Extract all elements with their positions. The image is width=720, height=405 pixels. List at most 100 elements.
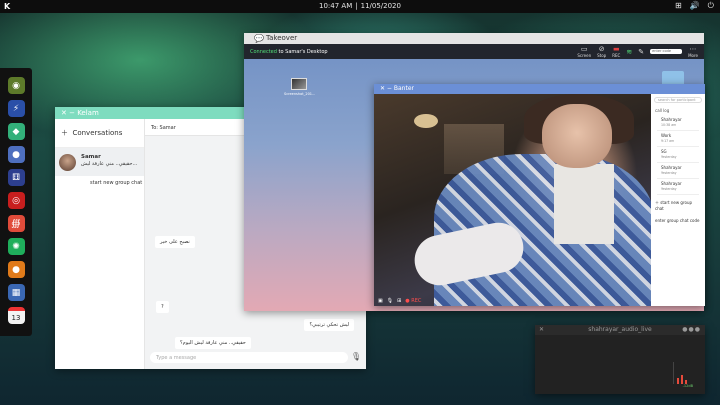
audio-title: shahrayar_audio_live — [588, 326, 652, 333]
video-lamp — [414, 114, 438, 128]
clock[interactable]: 10:47 AM | 11/05/2020 — [0, 2, 720, 10]
banter-title: Banter — [393, 85, 414, 92]
call-log-time: 9:17 am — [661, 138, 675, 143]
conversation-item-samar[interactable]: Samar حقيقي.. مني عارفة ليش... — [55, 148, 144, 176]
takeover-titlebar[interactable]: 💬 Takeover — [244, 33, 704, 44]
system-tray: ⊞ 🔊 ⏻ — [675, 1, 714, 11]
call-log-item[interactable]: Shahrayar Yesterday — [657, 179, 699, 195]
dock-app-1-icon[interactable]: ◉ — [7, 77, 25, 94]
connection-status: Connected to Samar's Desktop — [250, 49, 328, 55]
volume-icon[interactable]: 🔊 — [690, 1, 700, 11]
record-icon: ▬ — [612, 45, 620, 53]
conversation-name: Samar — [81, 154, 101, 160]
call-log-label: call log — [655, 108, 670, 113]
power-icon[interactable]: ⏻ — [708, 1, 714, 11]
signal-icon: ≋ — [626, 47, 633, 56]
record-button[interactable]: ● REC — [405, 298, 421, 304]
call-log-list: Shahrayar 10:38 am Work 9:17 am SG Yesterday S… — [651, 115, 705, 195]
kelam-window-controls[interactable]: ✕ − — [61, 109, 77, 117]
banter-side-panel: search for participant call log Shahraya… — [651, 94, 705, 306]
connected-label: Connected — [250, 49, 277, 55]
conversations-header: ＋ Conversations — [55, 119, 144, 148]
camera-icon[interactable]: ▣ — [378, 298, 383, 304]
microphone-icon[interactable]: 🎙 — [351, 352, 361, 363]
call-log-item[interactable]: Shahrayar 10:38 am — [657, 115, 699, 131]
tool-screen-button[interactable]: ▭ Screen — [577, 45, 591, 58]
video-feed[interactable]: ▣ 🎙 ⊞ ● REC — [374, 94, 651, 306]
participant-search-input[interactable]: search for participant — [654, 97, 702, 103]
video-controls: ▣ 🎙 ⊞ ● REC — [378, 298, 421, 304]
more-label: More — [688, 53, 698, 58]
banter-new-group-label: start new group chat — [655, 200, 693, 211]
app-dock: ◉ ⚡ ◆ ● ⚅ ◎ ∰ ✺ ● ▦ 13 — [0, 68, 32, 336]
dock-app-6-icon[interactable]: ◎ — [7, 192, 25, 209]
call-log-item[interactable]: Work 9:17 am — [657, 131, 699, 147]
takeover-title: Takeover — [266, 34, 298, 42]
message-bubble-3: ليش تحكي ترتيبي؟ — [304, 319, 354, 331]
close-icon[interactable]: ✕ — [539, 325, 544, 335]
message-bubble-2: ? — [156, 301, 169, 313]
tool-stop-button[interactable]: ⊘ Stop — [597, 45, 606, 58]
grid-icon[interactable]: ⊞ — [397, 298, 401, 304]
remote-desktop-file-icon[interactable]: Screenshot_201... — [284, 78, 315, 96]
dock-app-2-icon[interactable]: ⚡ — [7, 100, 25, 117]
dock-app-3-icon[interactable]: ◆ — [7, 123, 25, 140]
avatar — [59, 154, 76, 171]
audio-level-meter — [673, 362, 695, 384]
kelam-title: Kelam — [77, 109, 99, 117]
call-log-time: Yesterday — [661, 170, 677, 175]
message-bubble-4: حقيقي.. مني عارفة ليش اليوم؟ — [175, 337, 251, 349]
call-log-time: Yesterday — [661, 154, 677, 159]
conversation-text: Samar حقيقي.. مني عارفة ليش... — [81, 154, 137, 170]
takeover-tools: ▭ Screen ⊘ Stop ▬ REC ≋ ✎ enter code ⋯ M… — [577, 45, 698, 58]
enter-group-chat-code-button[interactable]: enter group chat code — [651, 213, 705, 225]
call-log-time: Yesterday — [661, 186, 677, 191]
audio-live-window: ✕ shahrayar_audio_live ●●● -12dB — [535, 325, 705, 394]
banter-titlebar[interactable]: ✕ − Banter — [374, 84, 705, 94]
tool-stop-label: Stop — [597, 53, 607, 58]
window-dots-icon[interactable]: ●●● — [682, 325, 701, 335]
start-new-group-chat-button[interactable]: ＋ start new group chat — [651, 195, 705, 213]
more-icon: ⋯ — [689, 45, 697, 53]
tool-pen-button[interactable]: ✎ — [638, 48, 644, 56]
banter-window-controls[interactable]: ✕ − — [380, 85, 394, 92]
tool-signal-button[interactable]: ≋ — [626, 48, 632, 56]
start-new-group-chat-link[interactable]: start new group chat — [55, 176, 144, 186]
meter-bar — [677, 378, 679, 384]
dock-app-10-icon[interactable]: ▦ — [7, 284, 25, 301]
clock-date: 11/05/2020 — [360, 2, 401, 10]
mic-icon[interactable]: 🎙 — [387, 298, 393, 304]
connected-target: to Samar's Desktop — [278, 49, 328, 55]
dock-app-7-icon[interactable]: ∰ — [7, 215, 25, 232]
takeover-toolbar: Connected to Samar's Desktop ▭ Screen ⊘ … — [244, 44, 704, 59]
dock-app-8-icon[interactable]: ✺ — [7, 238, 25, 255]
audio-level-label: -12dB — [682, 384, 693, 388]
meter-bar — [681, 375, 683, 384]
call-log-item[interactable]: Shahrayar Yesterday — [657, 163, 699, 179]
audio-titlebar[interactable]: ✕ shahrayar_audio_live ●●● — [535, 325, 705, 335]
clock-time: 10:47 AM — [319, 2, 353, 10]
dock-app-4-icon[interactable]: ● — [7, 146, 25, 163]
top-bar: K 10:47 AM | 11/05/2020 ⊞ 🔊 ⏻ — [0, 0, 720, 13]
message-input[interactable]: Type a message — [150, 352, 348, 363]
chat-bubble-icon: 💬 — [254, 34, 264, 43]
tool-screen-label: Screen — [577, 53, 592, 58]
tool-rec-label: REC — [612, 53, 621, 58]
stop-icon: ⊘ — [598, 45, 605, 53]
message-bubble-1: نصبح على خير — [155, 236, 195, 248]
network-icon[interactable]: ⊞ — [675, 1, 682, 11]
tool-rec-button[interactable]: ▬ REC — [612, 45, 620, 58]
call-log-time: 10:38 am — [661, 122, 677, 127]
dock-app-calendar-icon[interactable]: 13 — [7, 307, 25, 324]
dock-app-9-icon[interactable]: ● — [7, 261, 25, 278]
screen-icon: ▭ — [580, 45, 588, 53]
dock-app-5-icon[interactable]: ⚅ — [7, 169, 25, 186]
takeover-code-input[interactable]: enter code — [650, 49, 683, 54]
call-log-item[interactable]: SG Yesterday — [657, 147, 699, 163]
conversations-label: Conversations — [72, 129, 123, 137]
screenshot-thumbnail — [291, 78, 307, 90]
add-conversation-icon[interactable]: ＋ — [61, 129, 68, 137]
more-button[interactable]: ⋯ More — [688, 45, 698, 58]
banter-window: ✕ − Banter ▣ 🎙 ⊞ ● REC search for partic… — [374, 84, 705, 306]
video-shirt — [554, 164, 614, 244]
